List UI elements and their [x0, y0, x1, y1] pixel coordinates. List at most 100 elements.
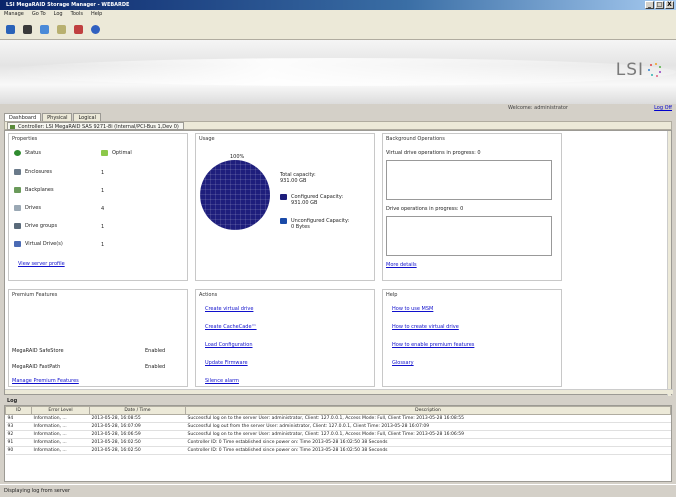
- property-label: Backplanes: [25, 187, 54, 193]
- device-icon[interactable]: [57, 24, 66, 34]
- maximize-button[interactable]: □: [655, 1, 664, 9]
- cell-level: Information, ...: [31, 430, 90, 439]
- legend-swatch: [280, 218, 287, 224]
- menu-log[interactable]: Log: [54, 10, 63, 19]
- create-cachecade-link[interactable]: Create CacheCade™: [205, 324, 257, 330]
- create-vd-link[interactable]: Create virtual drive: [205, 306, 253, 312]
- properties-title: Properties: [12, 136, 38, 142]
- background-ops-title: Background Operations: [386, 136, 445, 142]
- controller-bar: Controller: LSI MegaRAID SAS 9271-8i (In…: [4, 121, 672, 130]
- more-details-link[interactable]: More details: [386, 262, 417, 268]
- menu-tools[interactable]: Tools: [71, 10, 83, 19]
- property-label: Enclosures: [25, 169, 52, 175]
- drives-icon: [14, 205, 21, 211]
- col-description[interactable]: Description: [185, 406, 671, 415]
- status-value: Optimal: [101, 150, 132, 156]
- logo-text: LSI: [615, 60, 644, 80]
- log-header[interactable]: Log: [4, 397, 672, 405]
- vd-ops-label: Virtual drive operations in progress: 0: [386, 150, 481, 156]
- server-profile-link[interactable]: View server profile: [18, 261, 65, 267]
- menu-manage[interactable]: Manage: [4, 10, 24, 19]
- update-firmware-link[interactable]: Update Firmware: [205, 360, 248, 366]
- actions-title: Actions: [199, 292, 218, 298]
- table-row[interactable]: 90 Information, ... 2013-05-28, 16:02:50…: [5, 446, 671, 455]
- drive-ops-list[interactable]: [386, 216, 552, 256]
- dashboard-vscrollbar[interactable]: [667, 131, 671, 396]
- window-title: LSI MegaRAID Storage Manager - WEBARDE: [6, 2, 130, 8]
- help-create-vd-link[interactable]: How to create virtual drive: [392, 324, 459, 330]
- banner-swoosh: [0, 58, 676, 86]
- view-tabs: Dashboard Physical Logical: [4, 113, 102, 121]
- legend-swatch: [280, 194, 287, 200]
- log-panel: ID Error Level Date / Time Description 9…: [4, 405, 672, 482]
- cell-datetime: 2013-05-28, 16:07:09: [89, 422, 186, 431]
- user-bar: Welcome: administrator Log Off: [0, 104, 676, 112]
- cell-id: 92: [5, 430, 32, 439]
- help-panel: Help How to use MSM How to create virtua…: [382, 289, 562, 387]
- drive-groups-icon: [14, 223, 21, 229]
- usage-panel: Usage 100% Total capacity: 931.00 GB Con…: [195, 133, 375, 281]
- property-label: Virtual Drive(s): [25, 241, 63, 247]
- actions-panel: Actions Create virtual drive Create Cach…: [195, 289, 375, 387]
- glossary-link[interactable]: Glossary: [392, 360, 414, 366]
- cell-description: Successful log on to the server User: ad…: [185, 430, 671, 439]
- legend-unconfigured: Unconfigured Capacity: 0 Bytes: [280, 218, 349, 230]
- tab-logical[interactable]: Logical: [73, 113, 102, 121]
- close-button[interactable]: X: [665, 1, 674, 9]
- cell-datetime: 2013-05-28, 16:08:55: [89, 414, 186, 423]
- silence-alarm-link[interactable]: Silence alarm: [205, 378, 239, 384]
- minimize-button[interactable]: _: [645, 1, 654, 9]
- help-premium-link[interactable]: How to enable premium features: [392, 342, 474, 348]
- cell-level: Information, ...: [31, 446, 90, 455]
- property-value: 1: [101, 224, 105, 230]
- properties-icon[interactable]: [23, 24, 32, 34]
- table-row[interactable]: 94 Information, ... 2013-05-28, 16:08:55…: [5, 414, 671, 423]
- enclosure-icon[interactable]: [40, 24, 49, 34]
- cell-level: Information, ...: [31, 422, 90, 431]
- premium-feature-value: Enabled: [145, 364, 166, 370]
- alert-icon[interactable]: [74, 24, 83, 34]
- logoff-link[interactable]: Log Off: [654, 105, 672, 111]
- load-config-link[interactable]: Load Configuration: [205, 342, 253, 348]
- cell-datetime: 2013-05-28, 16:06:59: [89, 430, 186, 439]
- virtual-drives-icon: [14, 241, 21, 247]
- menu-goto[interactable]: Go To: [32, 10, 46, 19]
- window-controls: _ □ X: [645, 1, 674, 9]
- cell-description: Successful log out from the server User:…: [185, 422, 671, 431]
- controller-tab[interactable]: Controller: LSI MegaRAID SAS 9271-8i (In…: [7, 122, 184, 130]
- legend-label: Unconfigured Capacity: 0 Bytes: [291, 218, 350, 230]
- dashboard-hscrollbar[interactable]: [5, 389, 673, 394]
- tab-dashboard[interactable]: Dashboard: [4, 113, 42, 121]
- help-use-msm-link[interactable]: How to use MSM: [392, 306, 433, 312]
- table-row[interactable]: 93 Information, ... 2013-05-28, 16:07:09…: [5, 422, 671, 431]
- tab-physical[interactable]: Physical: [42, 113, 73, 121]
- premium-feature-label: MegaRAID SafeStore: [12, 348, 64, 354]
- col-error-level[interactable]: Error Level: [31, 406, 90, 415]
- manage-premium-link[interactable]: Manage Premium Features: [12, 378, 79, 384]
- menu-help[interactable]: Help: [91, 10, 102, 19]
- table-row[interactable]: 91 Information, ... 2013-05-28, 16:02:50…: [5, 438, 671, 447]
- backplane-icon: [14, 187, 21, 193]
- col-id[interactable]: ID: [5, 406, 32, 415]
- vd-ops-list[interactable]: [386, 160, 552, 200]
- welcome-user: Welcome: administrator: [508, 105, 568, 111]
- cell-level: Information, ...: [31, 438, 90, 447]
- premium-feature-label: MegaRAID FastPath: [12, 364, 61, 370]
- optimal-icon: [101, 150, 108, 156]
- table-row[interactable]: 92 Information, ... 2013-05-28, 16:06:59…: [5, 430, 671, 439]
- property-row: Status: [14, 150, 41, 156]
- help-icon[interactable]: [91, 24, 100, 34]
- enclosure-icon: [14, 169, 21, 175]
- menu-bar: Manage Go To Log Tools Help: [0, 10, 676, 19]
- capacity-pie: [200, 160, 270, 230]
- col-datetime[interactable]: Date / Time: [89, 406, 186, 415]
- logo-dots-icon: [648, 63, 662, 77]
- premium-panel: Premium Features MegaRAID SafeStore Enab…: [8, 289, 188, 387]
- property-row: Virtual Drive(s): [14, 241, 63, 247]
- property-value: Optimal: [112, 150, 132, 156]
- refresh-icon[interactable]: [6, 24, 15, 34]
- toolbar: [0, 19, 676, 40]
- lsi-logo: LSI: [616, 60, 662, 80]
- total-capacity: Total capacity: 931.00 GB: [280, 172, 316, 184]
- usage-title: Usage: [199, 136, 215, 142]
